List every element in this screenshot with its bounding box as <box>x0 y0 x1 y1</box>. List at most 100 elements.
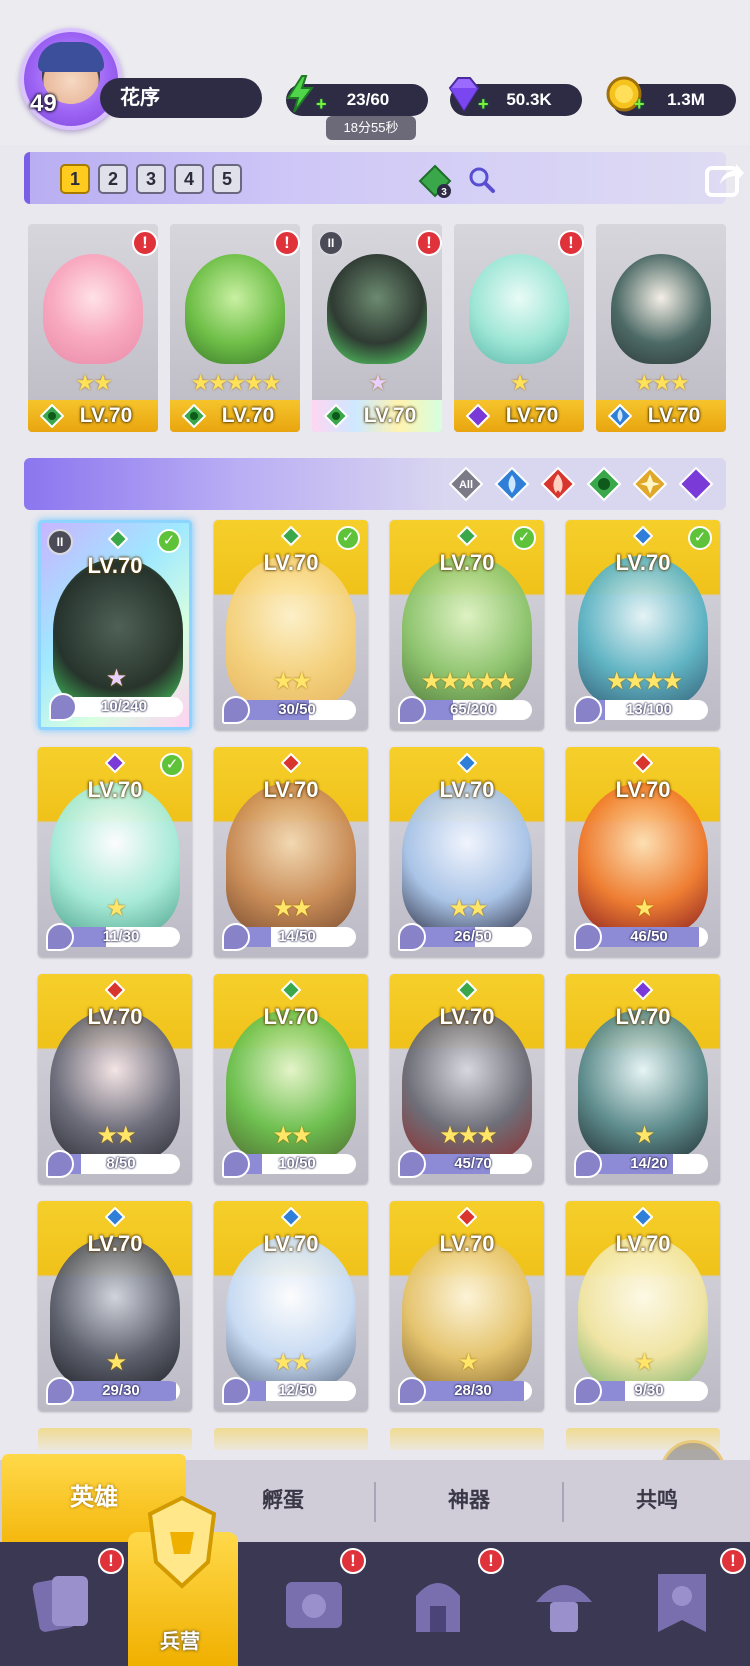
shard-count: 12/50 <box>278 1382 316 1399</box>
team-tab-1[interactable]: 1 <box>60 164 90 194</box>
green-element-icon <box>108 529 128 549</box>
hero-card[interactable]: LV.70 ★ 14/20 <box>566 974 720 1184</box>
tab-resonance[interactable]: 共鸣 <box>564 1460 750 1542</box>
hero-card[interactable]: LV.70 ★ 9/30 <box>566 1201 720 1411</box>
add-gems-button[interactable]: + <box>478 95 494 113</box>
red-element-icon <box>281 753 301 773</box>
team-member-5[interactable]: ★★★ LV.70 <box>596 224 726 432</box>
share-icon[interactable] <box>704 160 746 198</box>
hero-level: LV.70 <box>615 550 671 575</box>
team-member-1[interactable]: ★★ LV.70 ! <box>28 224 158 432</box>
team-tab-3[interactable]: 3 <box>136 164 166 194</box>
shard-count: 26/50 <box>454 928 492 945</box>
hero-card[interactable]: LV.70 ★★ 14/50 <box>214 747 368 957</box>
nav-banner[interactable]: ! <box>630 1548 746 1662</box>
star-rating: ★★ <box>272 1122 312 1149</box>
shard-progress-bar: 28/30 <box>414 1381 532 1401</box>
blue-element-icon <box>633 526 653 546</box>
hero-shard-icon <box>574 1377 602 1405</box>
red-element-icon <box>457 1207 477 1227</box>
star-rating: ★★★ <box>439 1122 498 1149</box>
hero-card[interactable]: LV.70 ★★ 10/50 <box>214 974 368 1184</box>
star-rating: ★ <box>105 895 128 922</box>
nav-barracks-label: 兵营 <box>160 1631 200 1653</box>
shard-progress-bar: 9/30 <box>590 1381 708 1401</box>
stamina-value: 23/60 <box>346 90 390 109</box>
hero-shard-icon <box>46 1377 74 1405</box>
shard-progress-bar: 29/30 <box>62 1381 180 1401</box>
nav-castle[interactable]: ! <box>386 1548 504 1662</box>
hero-shard-icon <box>398 1150 426 1178</box>
mushroom-house-icon <box>536 1585 592 1632</box>
hero-card[interactable]: LV.70 ★ 29/30 <box>38 1201 192 1411</box>
alert-badge: ! <box>416 230 442 256</box>
team-tab-4[interactable]: 4 <box>174 164 204 194</box>
alert-badge: ! <box>478 1548 504 1574</box>
shard-progress-bar: 11/30 <box>62 927 180 947</box>
alert-badge: ! <box>98 1548 124 1574</box>
hero-card[interactable]: LV.70 ★ 46/50 <box>566 747 720 957</box>
shard-count: 65/200 <box>450 701 496 718</box>
partial-hero-card <box>214 1428 368 1450</box>
player-name: 花序 <box>100 78 262 118</box>
level-label: LV.70 <box>79 404 133 427</box>
hero-card[interactable]: LV.70 ✓ ★ 11/30 <box>38 747 192 957</box>
hero-shard-icon <box>398 696 426 724</box>
nature-element-icon <box>40 404 64 428</box>
star-rating: ★ <box>105 1349 128 1376</box>
team-member-4[interactable]: ★ LV.70 ! <box>454 224 584 432</box>
star-rating: ★ <box>633 1122 656 1149</box>
filter-water-icon[interactable] <box>494 466 530 502</box>
star-rating: ★★ <box>272 1349 312 1376</box>
hero-card[interactable]: LV.70 ✓ ★★★★★ 65/200 <box>390 520 544 730</box>
shard-count: 13/100 <box>626 701 672 718</box>
hero-level: LV.70 <box>439 550 495 575</box>
nav-mushroom-house[interactable] <box>512 1552 612 1662</box>
nav-barracks[interactable]: 兵营 <box>128 1492 238 1666</box>
hero-card[interactable]: LV.70 ✓ ★★ 30/50 <box>214 520 368 730</box>
star-rating: ★★★★★ <box>420 668 517 695</box>
level-label: LV.70 <box>363 404 417 427</box>
nav-cards[interactable]: ! <box>10 1548 124 1662</box>
avatar-cap <box>38 42 104 72</box>
team-member-2[interactable]: ★★★★★ LV.70 ! <box>170 224 300 432</box>
partial-hero-card <box>390 1428 544 1450</box>
shard-progress-bar: 14/50 <box>238 927 356 947</box>
filter-fire-icon[interactable] <box>540 466 576 502</box>
hero-card[interactable]: LV.70 ★★ 26/50 <box>390 747 544 957</box>
green-element-icon <box>281 526 301 546</box>
green-element-icon <box>457 526 477 546</box>
filter-light-icon[interactable] <box>632 466 668 502</box>
team-element-icon[interactable]: 3 <box>418 164 452 198</box>
hero-shard-icon <box>574 923 602 951</box>
hero-card[interactable]: LV.70 ★★ 8/50 <box>38 974 192 1184</box>
hero-card[interactable]: LV.70 ★★ 12/50 <box>214 1201 368 1411</box>
hero-card[interactable]: LV.70 ★★★ 45/70 <box>390 974 544 1184</box>
shard-progress-bar: 45/70 <box>414 1154 532 1174</box>
team-tab-2[interactable]: 2 <box>98 164 128 194</box>
hero-card[interactable]: LV.70 ✓ II ★ 10/240 <box>38 520 192 730</box>
hero-card[interactable]: LV.70 ✓ ★★★★ 13/100 <box>566 520 720 730</box>
team-tab-5[interactable]: 5 <box>212 164 242 194</box>
nav-spellbook[interactable]: ! <box>262 1548 366 1662</box>
star-rating: ★★★★ <box>605 668 683 695</box>
filter-all-button[interactable]: All <box>448 466 484 502</box>
team-member-3[interactable]: ★ LV.70 ! II <box>312 224 442 432</box>
hero-level: LV.70 <box>439 777 495 802</box>
shard-count: 29/30 <box>102 1382 140 1399</box>
hero-level: LV.70 <box>439 1231 495 1256</box>
green-element-icon <box>281 980 301 1000</box>
star-rating: ★★ <box>448 895 488 922</box>
bottom-navigation: ! 兵营 ! ! ! <box>0 1495 750 1666</box>
level-label: LV.70 <box>221 404 275 427</box>
filter-nature-icon[interactable] <box>586 466 622 502</box>
add-gold-button[interactable]: + <box>634 95 650 113</box>
hero-shard-icon <box>222 1377 250 1405</box>
hero-card[interactable]: LV.70 ★ 28/30 <box>390 1201 544 1411</box>
tab-artifacts[interactable]: 神器 <box>376 1460 562 1542</box>
hero-level: LV.70 <box>439 1004 495 1029</box>
shard-progress-bar: 10/240 <box>65 697 183 717</box>
filter-dark-icon[interactable] <box>678 466 714 502</box>
add-stamina-button[interactable]: + <box>316 95 332 113</box>
search-icon[interactable] <box>466 164 496 194</box>
